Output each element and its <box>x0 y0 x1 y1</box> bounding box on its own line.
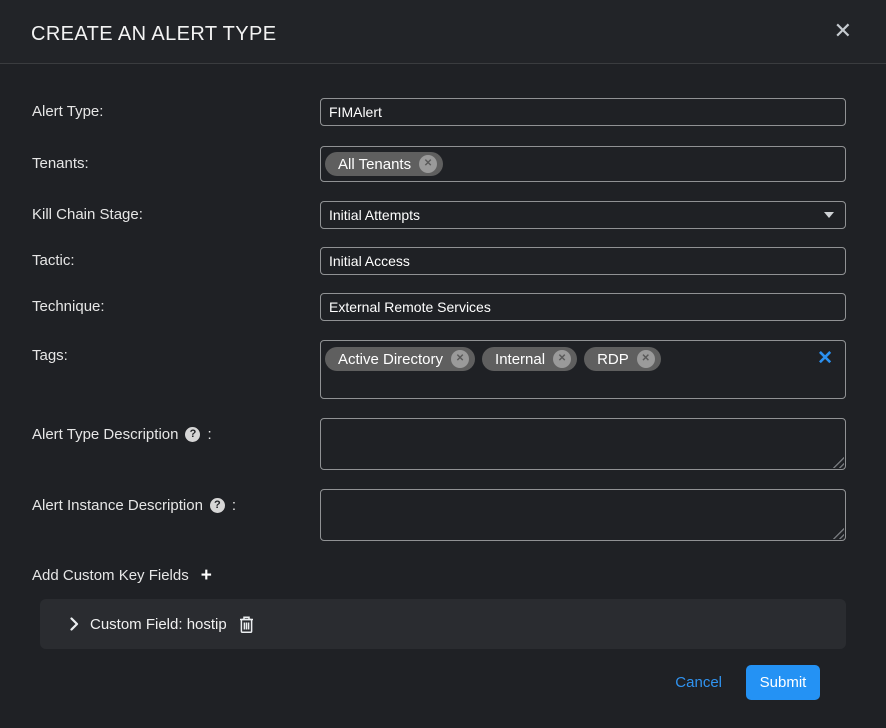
technique-label: Technique: <box>32 293 320 321</box>
modal-header: CREATE AN ALERT TYPE ✕ <box>0 0 886 64</box>
custom-field-label: Custom Field: hostip <box>90 616 227 633</box>
alert-type-input[interactable] <box>320 98 846 126</box>
modal-title: CREATE AN ALERT TYPE <box>31 23 277 46</box>
alert-type-description-textarea[interactable] <box>320 418 846 470</box>
chevron-down-icon <box>824 212 834 218</box>
add-custom-field-icon[interactable]: + <box>201 568 212 584</box>
tenant-chip: All Tenants ✕ <box>325 152 443 176</box>
tag-chip-remove-icon[interactable]: ✕ <box>637 350 655 368</box>
alert-instance-description-label: Alert Instance Description ? : <box>32 489 320 514</box>
tags-label: Tags: <box>32 340 320 364</box>
modal-body: Alert Type: Tenants: All Tenants ✕ Kill … <box>0 64 886 728</box>
cancel-button[interactable]: Cancel <box>675 674 722 691</box>
tag-chip-remove-icon[interactable]: ✕ <box>451 350 469 368</box>
alert-type-row: Alert Type: <box>32 98 846 126</box>
tags-row: Tags: Active Directory ✕ Internal ✕ RDP … <box>32 340 846 399</box>
close-icon[interactable]: ✕ <box>834 20 852 42</box>
alert-instance-description-textarea[interactable] <box>320 489 846 541</box>
tag-chip-label: Internal <box>495 351 545 368</box>
kill-chain-stage-select[interactable]: Initial Attempts <box>320 201 846 229</box>
tactic-input[interactable] <box>320 247 846 275</box>
tenants-input[interactable]: All Tenants ✕ <box>320 146 846 182</box>
tag-chip-label: RDP <box>597 351 629 368</box>
tags-clear-icon[interactable]: ✕ <box>817 349 833 368</box>
tactic-row: Tactic: <box>32 247 846 275</box>
kill-chain-stage-label: Kill Chain Stage: <box>32 201 320 229</box>
create-alert-type-modal: CREATE AN ALERT TYPE ✕ Alert Type: Tenan… <box>0 0 886 725</box>
submit-button[interactable]: Submit <box>746 665 820 700</box>
kill-chain-stage-value: Initial Attempts <box>329 207 420 223</box>
alert-type-description-row: Alert Type Description ? : <box>32 418 846 470</box>
chevron-right-icon[interactable] <box>70 617 79 631</box>
alert-type-description-label: Alert Type Description ? : <box>32 418 320 443</box>
tag-chip: Internal ✕ <box>482 347 577 371</box>
help-icon[interactable]: ? <box>210 498 225 513</box>
technique-input[interactable] <box>320 293 846 321</box>
modal-footer: Cancel Submit <box>32 665 846 700</box>
add-custom-key-fields-row: Add Custom Key Fields + <box>32 567 846 584</box>
tag-chip-remove-icon[interactable]: ✕ <box>553 350 571 368</box>
tag-chip: Active Directory ✕ <box>325 347 475 371</box>
alert-type-label: Alert Type: <box>32 98 320 126</box>
tags-input[interactable]: Active Directory ✕ Internal ✕ RDP ✕ ✕ <box>320 340 846 399</box>
help-icon[interactable]: ? <box>185 427 200 442</box>
kill-chain-stage-row: Kill Chain Stage: Initial Attempts <box>32 201 846 229</box>
alert-instance-description-row: Alert Instance Description ? : <box>32 489 846 541</box>
tenants-row: Tenants: All Tenants ✕ <box>32 146 846 182</box>
add-custom-key-fields-label: Add Custom Key Fields <box>32 567 189 584</box>
tag-chip-label: Active Directory <box>338 351 443 368</box>
tenants-label: Tenants: <box>32 146 320 182</box>
custom-field-panel[interactable]: Custom Field: hostip <box>40 599 846 649</box>
tenant-chip-remove-icon[interactable]: ✕ <box>419 155 437 173</box>
tag-chip: RDP ✕ <box>584 347 661 371</box>
technique-row: Technique: <box>32 293 846 321</box>
tenant-chip-label: All Tenants <box>338 156 411 173</box>
trash-icon[interactable] <box>238 615 255 634</box>
tactic-label: Tactic: <box>32 247 320 275</box>
